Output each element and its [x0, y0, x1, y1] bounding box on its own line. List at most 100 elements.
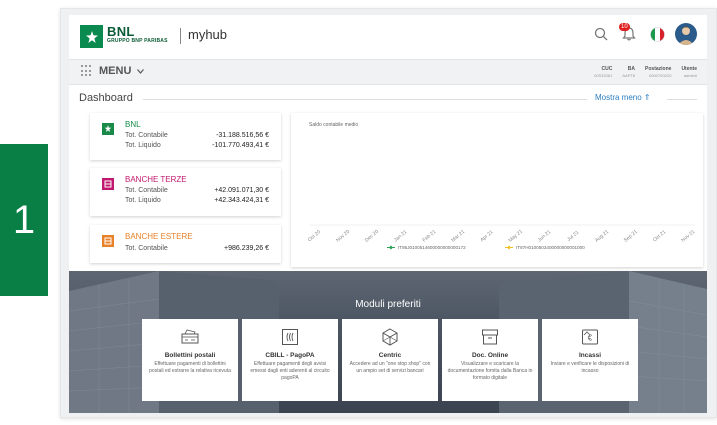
bank-card-banche-terze[interactable]: BANCHE TERZE Tot. Contabile +42.091.071,…	[90, 168, 281, 216]
cube-icon	[382, 328, 398, 346]
brand-divider	[180, 28, 181, 44]
module-card-incassi[interactable]: € Incassi Inviare e verificare le dispos…	[542, 319, 638, 401]
module-description: Visualizzare e scaricare la documentazio…	[447, 361, 533, 381]
menu-label: MENU	[99, 65, 132, 77]
module-name: CBILL - PagoPA	[265, 352, 315, 359]
app-name: myhub	[188, 27, 228, 42]
module-card-centric[interactable]: Centric Accedere ad un "one stop shop" c…	[342, 319, 438, 401]
chart-canvas: Oct 20 Nov 20 Dec 20 Jan 21 Feb 21 Mar 21 Apr …	[307, 224, 697, 250]
x-tick-label: Oct 20	[307, 229, 322, 243]
balance-value: -101.770.493,41 €	[212, 142, 269, 149]
module-description: Effettuare pagamenti di bollettini posta…	[149, 361, 231, 374]
notifications-icon[interactable]: 10	[619, 23, 639, 44]
balance-value: -31.188.516,56 €	[216, 132, 269, 139]
x-tick-label: Sep 21	[623, 229, 639, 244]
x-tick-label: Dec 20	[364, 229, 380, 244]
balance-chart: Saldo contabile medio Oct 20 Nov 20 Dec 20…	[291, 113, 703, 267]
legend-item[interactable]: IT87H0100503400000000001000	[505, 245, 585, 250]
module-name: Centric	[378, 352, 402, 359]
postal-slip-icon	[181, 329, 199, 344]
balance-label: Tot. Liquido	[125, 197, 161, 204]
app-window: BNL GRUPPO BNP PARIBAS myhub 10 MENU CUC…	[60, 8, 717, 418]
x-tick-label: Jul 21	[566, 230, 580, 243]
italian-flag-icon[interactable]	[647, 24, 667, 44]
chevron-down-icon	[137, 68, 145, 74]
search-icon[interactable]	[591, 24, 611, 44]
bank-name: BANCHE ESTERE	[125, 232, 193, 241]
top-bar: BNL GRUPPO BNP PARIBAS myhub 10	[69, 15, 707, 59]
legend-marker	[507, 245, 511, 250]
slide: 1 BNL GRUPPO BNP PARIBAS myhub 10 MENU C…	[0, 0, 717, 425]
x-tick-label: Feb 21	[422, 229, 438, 244]
session-field: CUC 00S32061	[594, 66, 612, 78]
x-tick-label: May 21	[508, 229, 525, 244]
notification-count: 10	[619, 23, 630, 31]
page-title: Dashboard	[79, 92, 133, 104]
session-field-value: AAPT8	[622, 73, 636, 78]
archive-box-icon	[482, 329, 498, 345]
session-field-label: Utente	[681, 66, 697, 72]
legend-marker	[389, 245, 393, 250]
divider	[667, 99, 697, 100]
app-grid-icon	[81, 65, 93, 77]
x-tick-label: Jun 21	[537, 229, 553, 243]
balance-label: Tot. Contabile	[125, 187, 168, 194]
module-card-doc-online[interactable]: Doc. Online Visualizzare e scaricare la …	[442, 319, 538, 401]
module-description: Effettuare pagamenti degli avvisi emessi…	[250, 361, 330, 381]
svg-text:€: €	[588, 334, 593, 343]
balance-value: +42.091.071,30 €	[214, 187, 269, 194]
x-tick-label: Aug 21	[594, 229, 610, 244]
bank-name: BANCHE TERZE	[125, 175, 187, 184]
cbill-icon	[282, 329, 298, 345]
show-less-link[interactable]: Mostra meno ⇑	[595, 93, 651, 102]
legend-label: IT87H0100503400000000001000	[516, 245, 585, 250]
x-tick-label: Apr 21	[479, 229, 494, 243]
x-tick-label: Jan 21	[393, 229, 409, 243]
balance-value: +986.239,26 €	[224, 245, 269, 252]
top-bar-actions: 10	[591, 23, 697, 45]
favorite-modules-section: Moduli preferiti Bollettini postali Effe…	[69, 271, 707, 413]
module-description: Inviare e verificare le disposizioni di …	[550, 361, 630, 374]
x-tick-label: Oct 21	[652, 229, 667, 243]
x-tick-label: Mar 21	[450, 229, 466, 244]
balance-label: Tot. Liquido	[125, 142, 161, 149]
session-field-label: BA	[627, 66, 636, 72]
session-field-label: CUC	[601, 66, 613, 72]
divider	[143, 99, 587, 100]
session-info: CUC 00S32061 BA AAPT8 Postazione 0000700…	[594, 66, 697, 78]
module-card-cbill-pagopa[interactable]: CBILL - PagoPA Effettuare pagamenti degl…	[242, 319, 338, 401]
balance-value: +42.343.424,31 €	[214, 197, 269, 204]
module-name: Incassi	[578, 352, 602, 359]
x-tick-label: Nov 21	[680, 229, 696, 244]
legend-label: IT86J0100514600000000000172	[398, 245, 466, 250]
app-page: BNL GRUPPO BNP PARIBAS myhub 10 MENU CUC…	[69, 15, 707, 413]
session-field: Utente admin0	[681, 66, 697, 78]
session-field: Postazione 0000700Z20	[645, 66, 671, 78]
session-field-value: admin0	[683, 73, 697, 78]
modules-title: Moduli preferiti	[355, 299, 421, 310]
user-avatar[interactable]	[675, 23, 697, 45]
bank-name: BNL	[125, 120, 141, 129]
brand-name: BNL	[107, 24, 135, 39]
session-field-value: 0000700Z20	[648, 73, 672, 78]
x-tick-label: Nov 20	[335, 229, 351, 244]
bnl-bank-icon	[102, 123, 114, 135]
module-card-bollettini-postali[interactable]: Bollettini postali Effettuare pagamenti …	[142, 319, 238, 401]
bank-card-banche-estere[interactable]: BANCHE ESTERE Tot. Contabile +986.239,26…	[90, 225, 281, 263]
module-name: Bollettini postali	[164, 352, 216, 359]
module-description: Accedere ad un "one stop shop" con un am…	[349, 361, 431, 374]
session-field: BA AAPT8	[622, 66, 635, 78]
cash-in-icon: €	[582, 329, 598, 345]
brand-subtitle: GRUPPO BNP PARIBAS	[107, 38, 168, 44]
balance-label: Tot. Contabile	[125, 245, 168, 252]
bank-card-bnl[interactable]: BNL Tot. Contabile -31.188.516,56 € Tot.…	[90, 113, 281, 160]
brand: BNL GRUPPO BNP PARIBAS	[107, 24, 168, 44]
session-field-value: 00S32061	[594, 73, 613, 78]
bank-building-icon	[102, 178, 114, 190]
balance-label: Tot. Contabile	[125, 132, 168, 139]
menu-button[interactable]: MENU	[81, 65, 145, 77]
bank-building-icon	[102, 235, 114, 247]
legend-item[interactable]: IT86J0100514600000000000172	[387, 245, 466, 250]
module-name: Doc. Online	[471, 352, 509, 359]
bnl-logo-icon[interactable]	[80, 25, 103, 48]
